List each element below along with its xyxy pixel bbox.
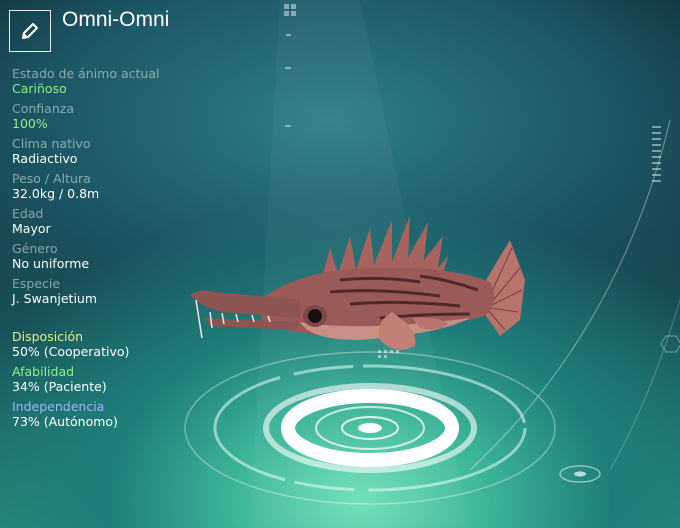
stat-label: Género [12, 241, 58, 256]
trait-value: 73% (Autónomo) [12, 414, 118, 429]
stat-label: Edad [12, 206, 44, 221]
stat-value: Radiactivo [12, 151, 78, 166]
trait-disposition: Disposición 50% (Cooperativo) [12, 329, 252, 360]
stat-gender: Género No uniforme [12, 241, 252, 272]
stat-label: Confianza [12, 101, 74, 116]
stat-mood: Estado de ánimo actual Cariñoso [12, 66, 252, 97]
trait-label: Afabilidad [12, 364, 75, 379]
stat-value: 32.0kg / 0.8m [12, 186, 100, 201]
stat-value: Mayor [12, 221, 51, 236]
stat-value: Cariñoso [12, 81, 67, 96]
stats-panel: Estado de ánimo actual Cariñoso Confianz… [12, 66, 252, 311]
pencil-icon [22, 23, 38, 39]
stat-label: Especie [12, 276, 61, 291]
trait-label: Independencia [12, 399, 105, 414]
stat-weight-height: Peso / Altura 32.0kg / 0.8m [12, 171, 252, 202]
creature-screen: Omni-Omni Estado de ánimo actual Cariños… [0, 0, 680, 528]
stat-label: Estado de ánimo actual [12, 66, 160, 81]
stat-value: 100% [12, 116, 48, 131]
creature-name: Omni-Omni [62, 8, 170, 31]
traits-panel: Disposición 50% (Cooperativo) Afabilidad… [12, 329, 252, 434]
stat-species: Especie J. Swanjetium [12, 276, 252, 307]
stat-climate: Clima nativo Radiactivo [12, 136, 252, 167]
edit-name-button[interactable] [9, 10, 51, 52]
stat-value: No uniforme [12, 256, 90, 271]
trait-value: 34% (Paciente) [12, 379, 107, 394]
stat-age: Edad Mayor [12, 206, 252, 237]
trait-label: Disposición [12, 329, 84, 344]
trait-independence: Independencia 73% (Autónomo) [12, 399, 252, 430]
stat-label: Clima nativo [12, 136, 91, 151]
trait-affability: Afabilidad 34% (Paciente) [12, 364, 252, 395]
stat-trust: Confianza 100% [12, 101, 252, 132]
stat-label: Peso / Altura [12, 171, 91, 186]
stat-value: J. Swanjetium [12, 291, 98, 306]
trait-value: 50% (Cooperativo) [12, 344, 130, 359]
